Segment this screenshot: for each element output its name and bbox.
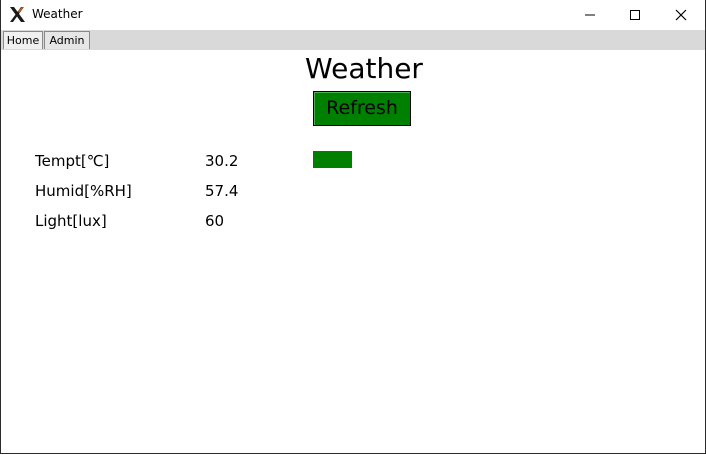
light-value: 60 bbox=[205, 212, 225, 230]
x-logo-icon bbox=[9, 6, 26, 23]
maximize-icon bbox=[630, 10, 640, 20]
close-button[interactable] bbox=[658, 0, 704, 30]
tab-home[interactable]: Home bbox=[3, 31, 43, 49]
minimize-button[interactable] bbox=[567, 0, 613, 30]
close-icon bbox=[675, 9, 687, 21]
temperature-label: Tempt[℃] bbox=[35, 152, 110, 170]
app-window: Weather Home Admin Weather Refresh Tempt… bbox=[0, 0, 706, 454]
main-content: Weather Refresh Tempt[℃] 30.2 Humid[%RH]… bbox=[1, 50, 705, 453]
humidity-label: Humid[%RH] bbox=[35, 182, 132, 200]
temperature-value: 30.2 bbox=[205, 152, 239, 170]
light-label: Light[lux] bbox=[35, 212, 107, 230]
window-title: Weather bbox=[32, 7, 83, 21]
status-indicator bbox=[313, 151, 352, 168]
humidity-value: 57.4 bbox=[205, 182, 239, 200]
minimize-icon bbox=[585, 14, 595, 16]
page-title: Weather bbox=[305, 52, 423, 85]
refresh-button[interactable]: Refresh bbox=[313, 91, 411, 126]
tab-admin[interactable]: Admin bbox=[44, 31, 90, 49]
tab-bar: Home Admin bbox=[1, 30, 705, 50]
title-bar[interactable]: Weather bbox=[1, 0, 705, 30]
maximize-button[interactable] bbox=[612, 0, 658, 30]
